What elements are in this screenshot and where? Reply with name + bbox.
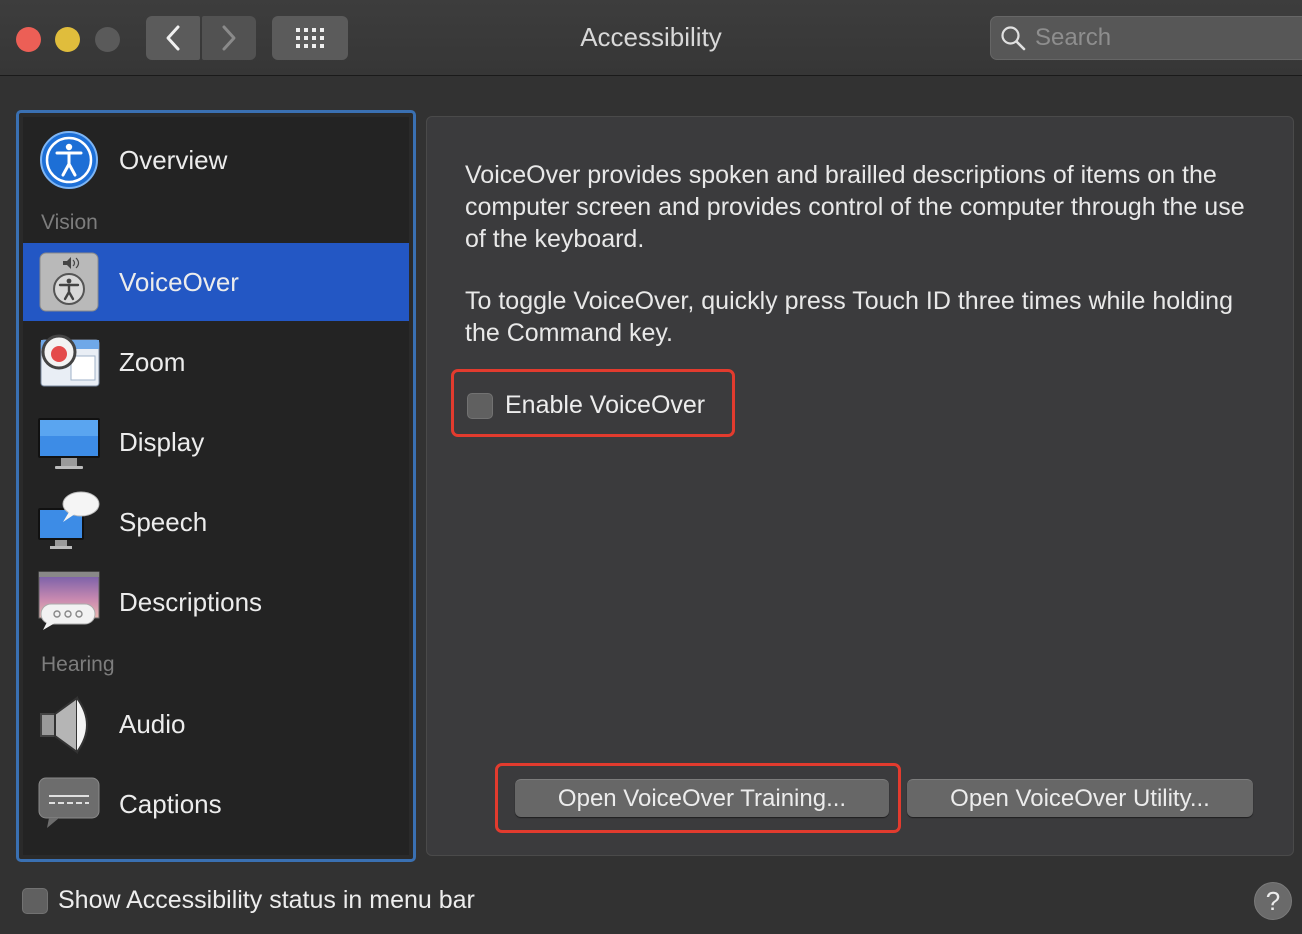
voiceover-toggle-hint: To toggle VoiceOver, quickly press Touch… [465,287,1233,347]
help-button[interactable]: ? [1254,882,1292,920]
sidebar-item-voiceover[interactable]: VoiceOver [23,243,409,321]
sidebar-item-label: Speech [119,506,208,537]
sidebar-item-label: Overview [119,144,228,175]
sidebar-item-label: Captions [119,788,222,819]
forward-button[interactable] [202,16,256,60]
sidebar-item-label: VoiceOver [119,266,239,297]
audio-speaker-icon [37,692,101,756]
enable-voiceover-row[interactable]: Enable VoiceOver [467,391,705,420]
sidebar-item-overview[interactable]: Overview [23,121,409,199]
show-status-row[interactable]: Show Accessibility status in menu bar [22,886,475,915]
search-field[interactable] [990,16,1302,60]
show-status-label: Show Accessibility status in menu bar [58,886,475,914]
enable-voiceover-checkbox[interactable] [467,392,493,419]
captions-icon [37,772,101,836]
navigation-buttons [146,16,256,60]
show-all-grid-icon [296,28,324,48]
search-input[interactable] [1035,24,1285,52]
close-window-button[interactable] [16,27,41,52]
minimize-window-button[interactable] [55,27,80,52]
section-header-hearing: Hearing [41,653,115,676]
speech-icon [37,490,101,554]
sidebar-item-descriptions[interactable]: Descriptions [23,563,409,641]
sidebar-item-audio[interactable]: Audio [23,685,409,763]
search-icon [991,16,1035,60]
display-icon [37,410,101,474]
show-all-button[interactable] [272,16,348,60]
sidebar-item-label: Display [119,426,205,457]
section-header-vision: Vision [41,211,98,234]
sidebar-item-display[interactable]: Display [23,403,409,481]
title-bar: Accessibility [0,0,1302,76]
sidebar-list: Overview Vision VoiceOver Zoom Display S… [23,117,409,855]
descriptions-icon [37,570,101,634]
sidebar-item-speech[interactable]: Speech [23,483,409,561]
back-button[interactable] [146,16,200,60]
zoom-window-button[interactable] [95,27,120,52]
voiceover-icon [37,250,101,314]
enable-voiceover-label: Enable VoiceOver [505,391,706,419]
zoom-icon [37,330,101,394]
show-status-checkbox[interactable] [22,887,48,914]
sidebar-item-zoom[interactable]: Zoom [23,323,409,401]
voiceover-pane: VoiceOver provides spoken and brailled d… [426,116,1294,856]
open-voiceover-utility-button[interactable]: Open VoiceOver Utility... [907,779,1253,817]
voiceover-description: VoiceOver provides spoken and brailled d… [465,161,1245,253]
chevron-right-icon [222,25,236,51]
open-voiceover-training-button[interactable]: Open VoiceOver Training... [515,779,889,817]
chevron-left-icon [166,25,180,51]
sidebar-item-label: Descriptions [119,586,263,617]
sidebar-item-label: Audio [119,708,186,739]
sidebar-item-captions[interactable]: Captions [23,765,409,843]
accessibility-overview-icon [37,128,101,192]
sidebar: Overview Vision VoiceOver Zoom Display S… [16,110,416,862]
sidebar-item-label: Zoom [119,346,186,377]
